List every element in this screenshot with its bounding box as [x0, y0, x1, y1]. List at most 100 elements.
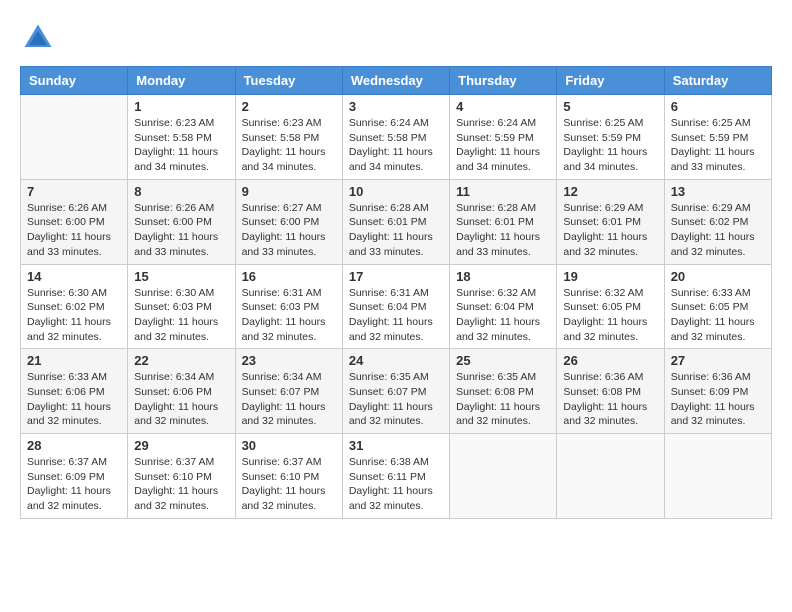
- calendar-cell: 26 Sunrise: 6:36 AMSunset: 6:08 PMDayligh…: [557, 349, 664, 434]
- calendar-week-row: 1 Sunrise: 6:23 AMSunset: 5:58 PMDaylight…: [21, 95, 772, 180]
- day-number: 14: [27, 269, 121, 284]
- day-info: Sunrise: 6:26 AMSunset: 6:00 PMDaylight:…: [134, 201, 228, 260]
- calendar-cell: 12 Sunrise: 6:29 AMSunset: 6:01 PMDayligh…: [557, 179, 664, 264]
- calendar-cell: [557, 434, 664, 519]
- calendar-cell: 15 Sunrise: 6:30 AMSunset: 6:03 PMDayligh…: [128, 264, 235, 349]
- day-number: 23: [242, 353, 336, 368]
- calendar-cell: 4Sunrise: 6:24 AMSunset: 5:59 PMDaylight…: [450, 95, 557, 180]
- calendar-cell: [664, 434, 771, 519]
- calendar-cell: 9 Sunrise: 6:27 AMSunset: 6:00 PMDaylight…: [235, 179, 342, 264]
- day-info: Sunrise: 6:35 AMSunset: 6:08 PMDaylight:…: [456, 370, 550, 429]
- calendar-cell: 28 Sunrise: 6:37 AMSunset: 6:09 PMDayligh…: [21, 434, 128, 519]
- calendar-cell: 18Sunrise: 6:32 AMSunset: 6:04 PMDayligh…: [450, 264, 557, 349]
- calendar-cell: 8 Sunrise: 6:26 AMSunset: 6:00 PMDaylight…: [128, 179, 235, 264]
- calendar-cell: 7 Sunrise: 6:26 AMSunset: 6:00 PMDaylight…: [21, 179, 128, 264]
- day-number: 6: [671, 99, 765, 114]
- calendar-cell: 6 Sunrise: 6:25 AMSunset: 5:59 PMDaylight…: [664, 95, 771, 180]
- calendar-cell: 14 Sunrise: 6:30 AMSunset: 6:02 PMDayligh…: [21, 264, 128, 349]
- day-info: Sunrise: 6:25 AMSunset: 5:59 PMDaylight:…: [671, 116, 765, 175]
- day-info: Sunrise: 6:36 AMSunset: 6:08 PMDaylight:…: [563, 370, 657, 429]
- calendar-cell: 3 Sunrise: 6:24 AMSunset: 5:58 PMDaylight…: [342, 95, 449, 180]
- day-info: Sunrise: 6:37 AMSunset: 6:10 PMDaylight:…: [134, 455, 228, 514]
- calendar-cell: 17Sunrise: 6:31 AMSunset: 6:04 PMDayligh…: [342, 264, 449, 349]
- day-info: Sunrise: 6:29 AMSunset: 6:01 PMDaylight:…: [563, 201, 657, 260]
- day-number: 16: [242, 269, 336, 284]
- day-header-thursday: Thursday: [450, 67, 557, 95]
- calendar-cell: 23 Sunrise: 6:34 AMSunset: 6:07 PMDayligh…: [235, 349, 342, 434]
- day-info: Sunrise: 6:24 AMSunset: 5:58 PMDaylight:…: [349, 116, 443, 175]
- day-number: 25: [456, 353, 550, 368]
- calendar-cell: 22 Sunrise: 6:34 AMSunset: 6:06 PMDayligh…: [128, 349, 235, 434]
- day-info: Sunrise: 6:30 AMSunset: 6:03 PMDaylight:…: [134, 286, 228, 345]
- day-number: 9: [242, 184, 336, 199]
- day-info: Sunrise: 6:33 AMSunset: 6:06 PMDaylight:…: [27, 370, 121, 429]
- calendar-cell: 2 Sunrise: 6:23 AMSunset: 5:58 PMDaylight…: [235, 95, 342, 180]
- day-number: 1: [134, 99, 228, 114]
- day-number: 15: [134, 269, 228, 284]
- day-number: 24: [349, 353, 443, 368]
- day-info: Sunrise: 6:24 AMSunset: 5:59 PMDaylight:…: [456, 116, 550, 175]
- day-info: Sunrise: 6:37 AMSunset: 6:09 PMDaylight:…: [27, 455, 121, 514]
- day-header-sunday: Sunday: [21, 67, 128, 95]
- day-number: 10: [349, 184, 443, 199]
- calendar-cell: [450, 434, 557, 519]
- calendar-table: SundayMondayTuesdayWednesdayThursdayFrid…: [20, 66, 772, 519]
- calendar-cell: 24 Sunrise: 6:35 AMSunset: 6:07 PMDayligh…: [342, 349, 449, 434]
- day-info: Sunrise: 6:23 AMSunset: 5:58 PMDaylight:…: [242, 116, 336, 175]
- day-info: Sunrise: 6:28 AMSunset: 6:01 PMDaylight:…: [456, 201, 550, 260]
- calendar-cell: 20 Sunrise: 6:33 AMSunset: 6:05 PMDayligh…: [664, 264, 771, 349]
- calendar-cell: 11 Sunrise: 6:28 AMSunset: 6:01 PMDayligh…: [450, 179, 557, 264]
- page-container: SundayMondayTuesdayWednesdayThursdayFrid…: [20, 20, 772, 519]
- day-info: Sunrise: 6:32 AMSunset: 6:05 PMDaylight:…: [563, 286, 657, 345]
- calendar-week-row: 28 Sunrise: 6:37 AMSunset: 6:09 PMDayligh…: [21, 434, 772, 519]
- day-info: Sunrise: 6:31 AMSunset: 6:03 PMDaylight:…: [242, 286, 336, 345]
- day-number: 8: [134, 184, 228, 199]
- day-number: 20: [671, 269, 765, 284]
- day-number: 26: [563, 353, 657, 368]
- logo: [20, 20, 60, 56]
- day-info: Sunrise: 6:26 AMSunset: 6:00 PMDaylight:…: [27, 201, 121, 260]
- calendar-cell: 5Sunrise: 6:25 AMSunset: 5:59 PMDaylight…: [557, 95, 664, 180]
- day-number: 27: [671, 353, 765, 368]
- day-number: 5: [563, 99, 657, 114]
- day-info: Sunrise: 6:34 AMSunset: 6:07 PMDaylight:…: [242, 370, 336, 429]
- calendar-cell: 16 Sunrise: 6:31 AMSunset: 6:03 PMDayligh…: [235, 264, 342, 349]
- day-number: 17: [349, 269, 443, 284]
- calendar-cell: 10Sunrise: 6:28 AMSunset: 6:01 PMDayligh…: [342, 179, 449, 264]
- calendar-week-row: 14 Sunrise: 6:30 AMSunset: 6:02 PMDayligh…: [21, 264, 772, 349]
- day-info: Sunrise: 6:38 AMSunset: 6:11 PMDaylight:…: [349, 455, 443, 514]
- logo-icon: [20, 20, 56, 56]
- day-info: Sunrise: 6:27 AMSunset: 6:00 PMDaylight:…: [242, 201, 336, 260]
- day-header-saturday: Saturday: [664, 67, 771, 95]
- day-number: 22: [134, 353, 228, 368]
- day-number: 3: [349, 99, 443, 114]
- day-number: 31: [349, 438, 443, 453]
- day-number: 19: [563, 269, 657, 284]
- day-number: 28: [27, 438, 121, 453]
- day-info: Sunrise: 6:30 AMSunset: 6:02 PMDaylight:…: [27, 286, 121, 345]
- day-number: 12: [563, 184, 657, 199]
- day-header-monday: Monday: [128, 67, 235, 95]
- day-number: 29: [134, 438, 228, 453]
- calendar-cell: 21 Sunrise: 6:33 AMSunset: 6:06 PMDayligh…: [21, 349, 128, 434]
- day-number: 7: [27, 184, 121, 199]
- day-info: Sunrise: 6:33 AMSunset: 6:05 PMDaylight:…: [671, 286, 765, 345]
- day-info: Sunrise: 6:32 AMSunset: 6:04 PMDaylight:…: [456, 286, 550, 345]
- calendar-cell: 27Sunrise: 6:36 AMSunset: 6:09 PMDayligh…: [664, 349, 771, 434]
- calendar-cell: 31 Sunrise: 6:38 AMSunset: 6:11 PMDayligh…: [342, 434, 449, 519]
- day-info: Sunrise: 6:35 AMSunset: 6:07 PMDaylight:…: [349, 370, 443, 429]
- calendar-cell: 30Sunrise: 6:37 AMSunset: 6:10 PMDayligh…: [235, 434, 342, 519]
- day-header-wednesday: Wednesday: [342, 67, 449, 95]
- day-number: 2: [242, 99, 336, 114]
- day-number: 21: [27, 353, 121, 368]
- calendar-week-row: 21 Sunrise: 6:33 AMSunset: 6:06 PMDayligh…: [21, 349, 772, 434]
- calendar-cell: [21, 95, 128, 180]
- day-header-friday: Friday: [557, 67, 664, 95]
- header: [20, 20, 772, 56]
- day-number: 30: [242, 438, 336, 453]
- day-number: 13: [671, 184, 765, 199]
- day-header-tuesday: Tuesday: [235, 67, 342, 95]
- day-info: Sunrise: 6:34 AMSunset: 6:06 PMDaylight:…: [134, 370, 228, 429]
- day-number: 11: [456, 184, 550, 199]
- day-info: Sunrise: 6:29 AMSunset: 6:02 PMDaylight:…: [671, 201, 765, 260]
